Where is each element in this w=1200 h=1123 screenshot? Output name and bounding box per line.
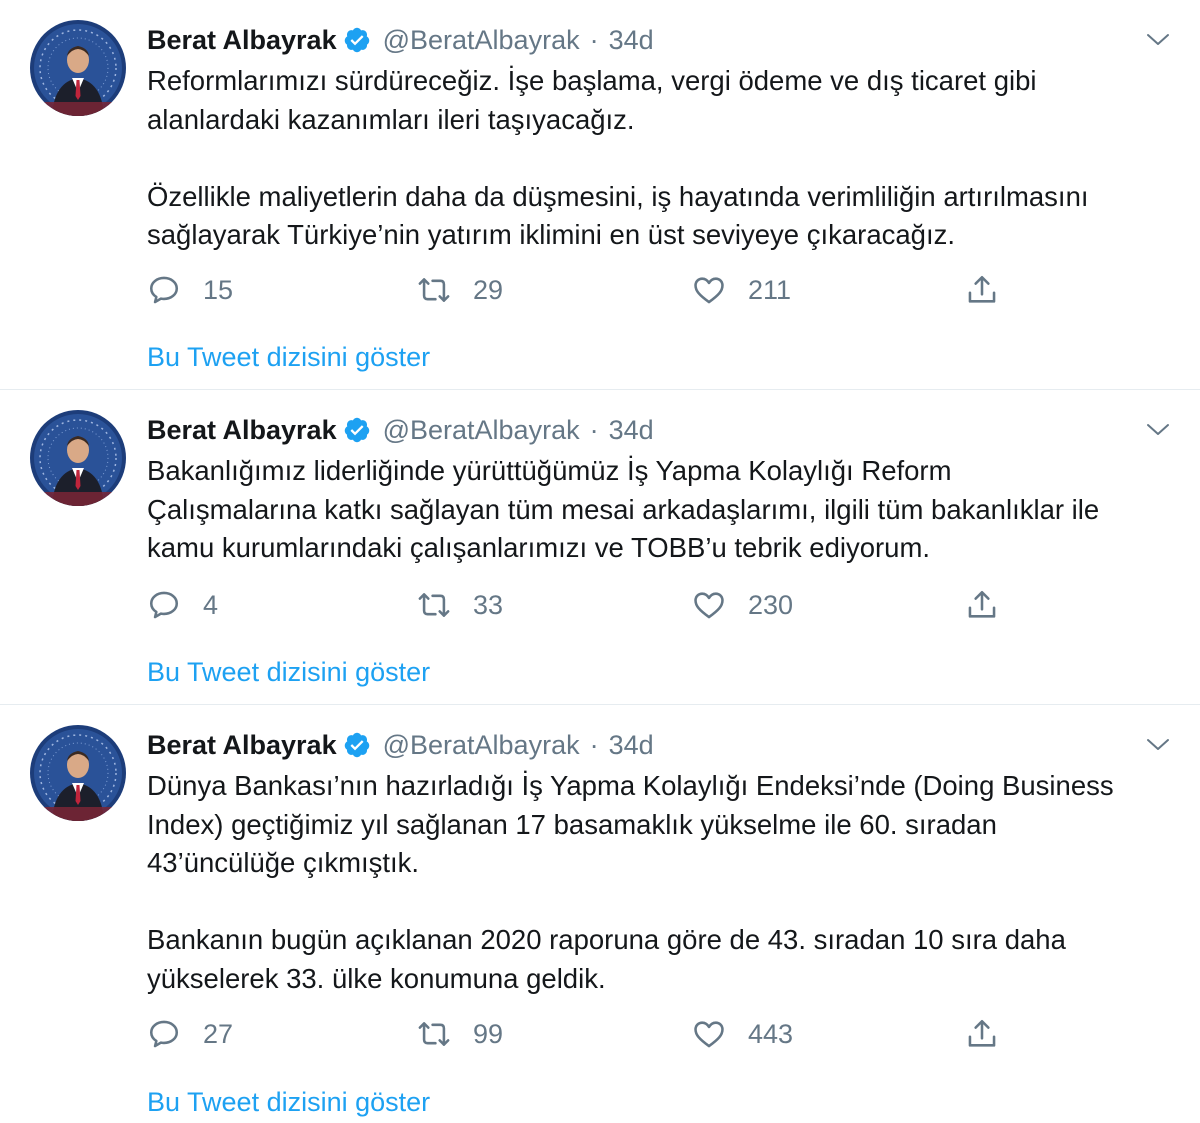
chevron-down-icon[interactable] [1146,420,1170,440]
reply-count: 4 [203,589,219,620]
author-handle[interactable]: @BeratAlbayrak [383,25,580,56]
share-button[interactable] [965,273,1021,307]
retweet-count: 33 [473,589,504,620]
tweet-text: Bakanlığımız liderliğinde yürüttüğümüz İ… [147,452,1177,568]
text-line: 43’üncülüğe çıkmıştık. [147,847,420,878]
text-line: alanlardaki kazanımları ileri taşıyacağı… [147,103,635,135]
like-button[interactable]: 443 [692,1017,793,1051]
retweet-icon [417,273,451,307]
share-icon [965,273,999,307]
retweet-button[interactable]: 99 [417,1017,503,1051]
avatar[interactable] [30,725,126,821]
reply-icon [147,273,181,307]
timestamp[interactable]: 34d [609,730,654,761]
show-thread-link[interactable]: Bu Tweet dizisini göster [147,342,430,373]
share-icon [965,1017,999,1051]
tweet[interactable]: Berat Albayrak @BeratAlbayrak · 34d Düny… [0,705,1200,1123]
text-line: Çalışmalarına katkı sağlayan tüm mesai a… [147,493,1100,525]
text-line: yükselerek 33. ülke konumuna geldik. [147,962,606,994]
text-line: kamu kurumlarındaki çalışanlarımızı ve T… [147,532,931,563]
like-button[interactable]: 211 [692,273,791,307]
like-button[interactable]: 230 [692,588,793,622]
reply-icon [147,1017,181,1051]
reply-button[interactable]: 27 [147,1017,233,1051]
tweet[interactable]: Berat Albayrak @BeratAlbayrak · 34d Refo… [0,0,1200,390]
verified-badge-icon [343,26,371,54]
reply-count: 15 [203,274,234,305]
text-line: Özellikle maliyetlerin daha da düşmesini… [147,180,1089,212]
text-line: Bankanın bugün açıklanan 2020 raporuna g… [147,924,1066,955]
timestamp[interactable]: 34d [609,415,654,446]
tweet-header: Berat Albayrak @BeratAlbayrak · 34d [147,22,654,58]
tweet-header: Berat Albayrak @BeratAlbayrak · 34d [147,727,654,763]
retweet-icon [417,1017,451,1051]
avatar[interactable] [30,410,126,506]
tweet-actions: 27 99 443 [147,1017,1047,1057]
separator: · [589,414,599,445]
text-line: Bakanlığımız liderliğinde yürüttüğümüz İ… [147,455,952,486]
reply-button[interactable]: 15 [147,273,233,307]
show-thread-link[interactable]: Bu Tweet dizisini göster [147,657,430,688]
tweet-actions: 15 29 211 [147,273,1047,313]
text-line: sağlayarak Türkiye’nin yatırım iklimini … [147,219,955,250]
like-count: 211 [748,274,792,305]
author-name[interactable]: Berat Albayrak [147,730,337,761]
text-line: Index) geçtiğimiz yıl sağlanan 17 basama… [147,808,997,840]
heart-icon [692,273,726,307]
show-thread-link[interactable]: Bu Tweet dizisini göster [147,1087,430,1118]
tweet-header: Berat Albayrak @BeratAlbayrak · 34d [147,412,654,448]
reply-icon [147,588,181,622]
avatar[interactable] [30,20,126,116]
heart-icon [692,588,726,622]
verified-badge-icon [343,416,371,444]
reply-count: 27 [203,1018,234,1049]
verified-badge-icon [343,731,371,759]
text-line [147,883,1177,922]
heart-icon [692,1017,726,1051]
chevron-down-icon[interactable] [1146,735,1170,755]
retweet-icon [417,588,451,622]
timestamp[interactable]: 34d [609,25,654,56]
tweet-text: Reformlarımızı sürdüreceğiz. İşe başlama… [147,62,1177,255]
retweet-button[interactable]: 33 [417,588,503,622]
author-handle[interactable]: @BeratAlbayrak [383,730,580,761]
chevron-down-icon[interactable] [1146,30,1170,50]
author-handle[interactable]: @BeratAlbayrak [383,415,580,446]
tweet-actions: 4 33 230 [147,588,1047,628]
separator: · [589,729,599,760]
author-name[interactable]: Berat Albayrak [147,25,337,56]
share-button[interactable] [965,588,1021,622]
tweet-text: Dünya Bankası’nın hazırladığı İş Yapma K… [147,767,1177,998]
retweet-count: 29 [473,274,504,305]
like-count: 230 [748,589,794,620]
reply-button[interactable]: 4 [147,588,218,622]
author-name[interactable]: Berat Albayrak [147,415,337,446]
text-line: Dünya Bankası’nın hazırladığı İş Yapma K… [147,770,1114,801]
retweet-button[interactable]: 29 [417,273,503,307]
separator: · [589,24,599,55]
share-button[interactable] [965,1017,1021,1051]
text-line [147,139,1177,178]
tweet[interactable]: Berat Albayrak @BeratAlbayrak · 34d Baka… [0,390,1200,705]
share-icon [965,588,999,622]
retweet-count: 99 [473,1018,504,1049]
text-line: Reformlarımızı sürdüreceğiz. İşe başlama… [147,65,1037,96]
like-count: 443 [748,1018,794,1049]
